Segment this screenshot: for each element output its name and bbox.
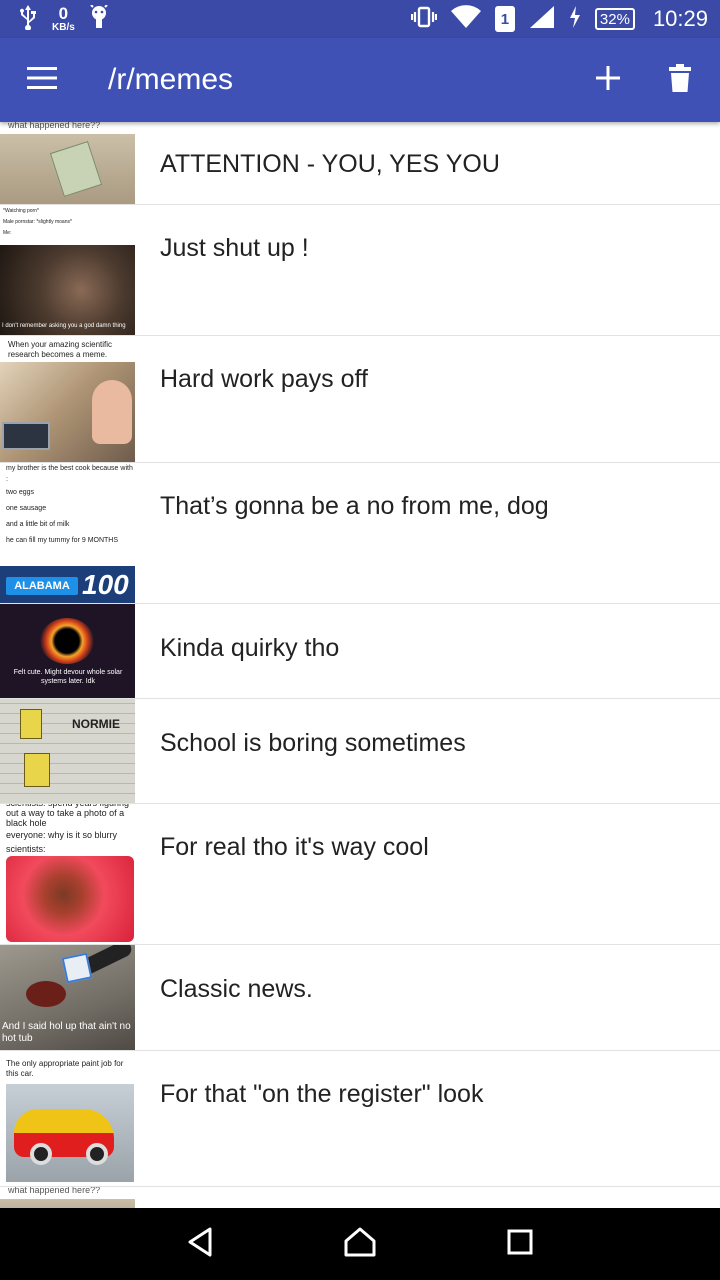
thumbnail-caption: scientists: spend years figuring out a w… xyxy=(6,804,129,828)
thumbnail-caption: two eggs xyxy=(6,489,35,496)
status-bar-right: 1 32% 10:29 xyxy=(410,4,708,34)
network-speed: 0 KB/s xyxy=(52,5,75,33)
post-title: Classic news. xyxy=(160,975,313,1003)
delete-button[interactable] xyxy=(644,38,716,122)
post-thumbnail: *Watching porn* Male pornstar: *slightly… xyxy=(0,205,135,335)
thumbnail-caption: my brother is the best cook because with… xyxy=(6,465,133,483)
page-title: /r/memes xyxy=(108,63,234,96)
laptop-image xyxy=(2,422,50,450)
post-thumbnail: what happened here?? xyxy=(0,1187,135,1208)
list-item[interactable]: And I said hol up that ain't no hot tub … xyxy=(0,945,720,1051)
sponge-drawing xyxy=(24,753,50,787)
score-value: 100 xyxy=(82,569,129,600)
thumbnail-caption: Male pornstar: *slightly moans* xyxy=(3,219,72,225)
back-icon xyxy=(187,1227,213,1262)
post-thumbnail: When your amazing scientific research be… xyxy=(0,336,135,462)
post-thumbnail: The only appropriate paint job for this … xyxy=(0,1051,135,1186)
thumbnail-caption: *Watching porn* xyxy=(3,208,39,214)
post-title: School is boring sometimes xyxy=(160,729,466,757)
alabama-badge: ALABAMA xyxy=(6,577,78,595)
menu-icon xyxy=(27,66,57,94)
list-item[interactable]: When your amazing scientific research be… xyxy=(0,336,720,463)
recents-icon xyxy=(507,1229,533,1260)
thumbnail-caption: When your amazing scientific research be… xyxy=(8,340,113,359)
post-thumbnail: scientists: spend years figuring out a w… xyxy=(0,804,135,944)
post-list[interactable]: what happened here?? ATTENTION - YOU, YE… xyxy=(0,122,720,1208)
crawfish-image xyxy=(26,981,66,1007)
post-thumbnail: NORMIE xyxy=(0,699,135,803)
person-image xyxy=(92,380,132,444)
android-icon xyxy=(89,3,109,34)
recents-button[interactable] xyxy=(490,1214,550,1274)
thumbnail-caption: one sausage xyxy=(6,505,47,512)
post-title: For that "on the register" look xyxy=(160,1080,484,1108)
post-thumbnail: And I said hol up that ain't no hot tub xyxy=(0,945,135,1050)
add-icon xyxy=(596,65,620,95)
thumbnail-caption: and a little bit of milk xyxy=(6,521,70,528)
thumbnail-caption: what happened here?? xyxy=(8,122,101,130)
signal-icon xyxy=(529,5,555,34)
menu-button[interactable] xyxy=(0,38,84,122)
delete-icon xyxy=(669,63,691,97)
status-bar: 0 KB/s 1 32% 10:29 xyxy=(0,0,720,38)
network-speed-value: 0 xyxy=(58,4,69,23)
post-thumbnail: my brother is the best cook because with… xyxy=(0,463,135,603)
usb-icon xyxy=(18,4,38,35)
post-title: Just shut up ! xyxy=(160,234,309,262)
vibrate-icon xyxy=(410,6,438,33)
list-item[interactable]: scientists: spend years figuring out a w… xyxy=(0,804,720,945)
thumbnail-caption: Felt cute. Might devour whole solar syst… xyxy=(13,669,123,685)
thumbnail-caption: The only appropriate paint job for this … xyxy=(6,1059,124,1078)
list-item[interactable]: what happened here?? ATTENTION - YOU, YE… xyxy=(0,122,720,205)
battery-indicator: 32% xyxy=(594,8,635,30)
post-thumbnail: what happened here?? xyxy=(0,122,135,204)
post-thumbnail: Felt cute. Might devour whole solar syst… xyxy=(0,604,135,698)
post-title: ATTENTION - YOU, YES YOU xyxy=(160,150,500,178)
post-title: Kinda quirky tho xyxy=(160,634,340,662)
list-item[interactable]: *Watching porn* Male pornstar: *slightly… xyxy=(0,205,720,336)
list-item[interactable]: Felt cute. Might devour whole solar syst… xyxy=(0,604,720,699)
sim-slot-icon: 1 xyxy=(494,6,515,32)
car-wheel xyxy=(86,1143,108,1165)
system-nav-bar xyxy=(0,1208,720,1280)
meme-photo xyxy=(6,856,134,942)
back-button[interactable] xyxy=(170,1214,230,1274)
thumbnail-caption: And I said hol up that ain't no hot tub xyxy=(2,1021,131,1044)
thumbnail-caption: Me: xyxy=(3,230,12,236)
network-speed-unit: KB/s xyxy=(52,22,75,33)
list-item[interactable]: NORMIE School is boring sometimes xyxy=(0,699,720,804)
post-title: That’s gonna be a no from me, dog xyxy=(160,492,549,520)
home-button[interactable] xyxy=(330,1214,390,1274)
thumbnail-caption: I don't remember asking you a god damn t… xyxy=(2,323,126,329)
thumbnail-caption: scientists: xyxy=(6,844,46,854)
news-mic-flag xyxy=(61,952,93,984)
black-hole-image xyxy=(40,618,94,664)
thumbnail-caption: what happened here?? xyxy=(8,1187,101,1195)
list-item[interactable]: what happened here?? xyxy=(0,1187,720,1208)
post-title: Hard work pays off xyxy=(160,365,368,393)
clock: 10:29 xyxy=(652,6,708,31)
list-item[interactable]: my brother is the best cook because with… xyxy=(0,463,720,604)
charging-icon xyxy=(569,5,581,33)
thumbnail-caption: he can fill my tummy for 9 MONTHS xyxy=(6,537,119,544)
home-icon xyxy=(344,1227,376,1262)
post-title: For real tho it's way cool xyxy=(160,833,429,861)
status-bar-left: 0 KB/s xyxy=(18,3,109,35)
thumbnail-caption: NORMIE xyxy=(72,717,120,731)
app-bar: /r/memes xyxy=(0,38,720,122)
list-item[interactable]: The only appropriate paint job for this … xyxy=(0,1051,720,1187)
meme-photo xyxy=(0,245,135,335)
car-wheel xyxy=(30,1143,52,1165)
thumbnail-caption: everyone: why is it so blurry xyxy=(6,830,118,840)
add-button[interactable] xyxy=(572,38,644,122)
wifi-icon xyxy=(450,4,481,34)
dollar-bill-image xyxy=(49,140,103,198)
sponge-drawing xyxy=(20,709,42,739)
